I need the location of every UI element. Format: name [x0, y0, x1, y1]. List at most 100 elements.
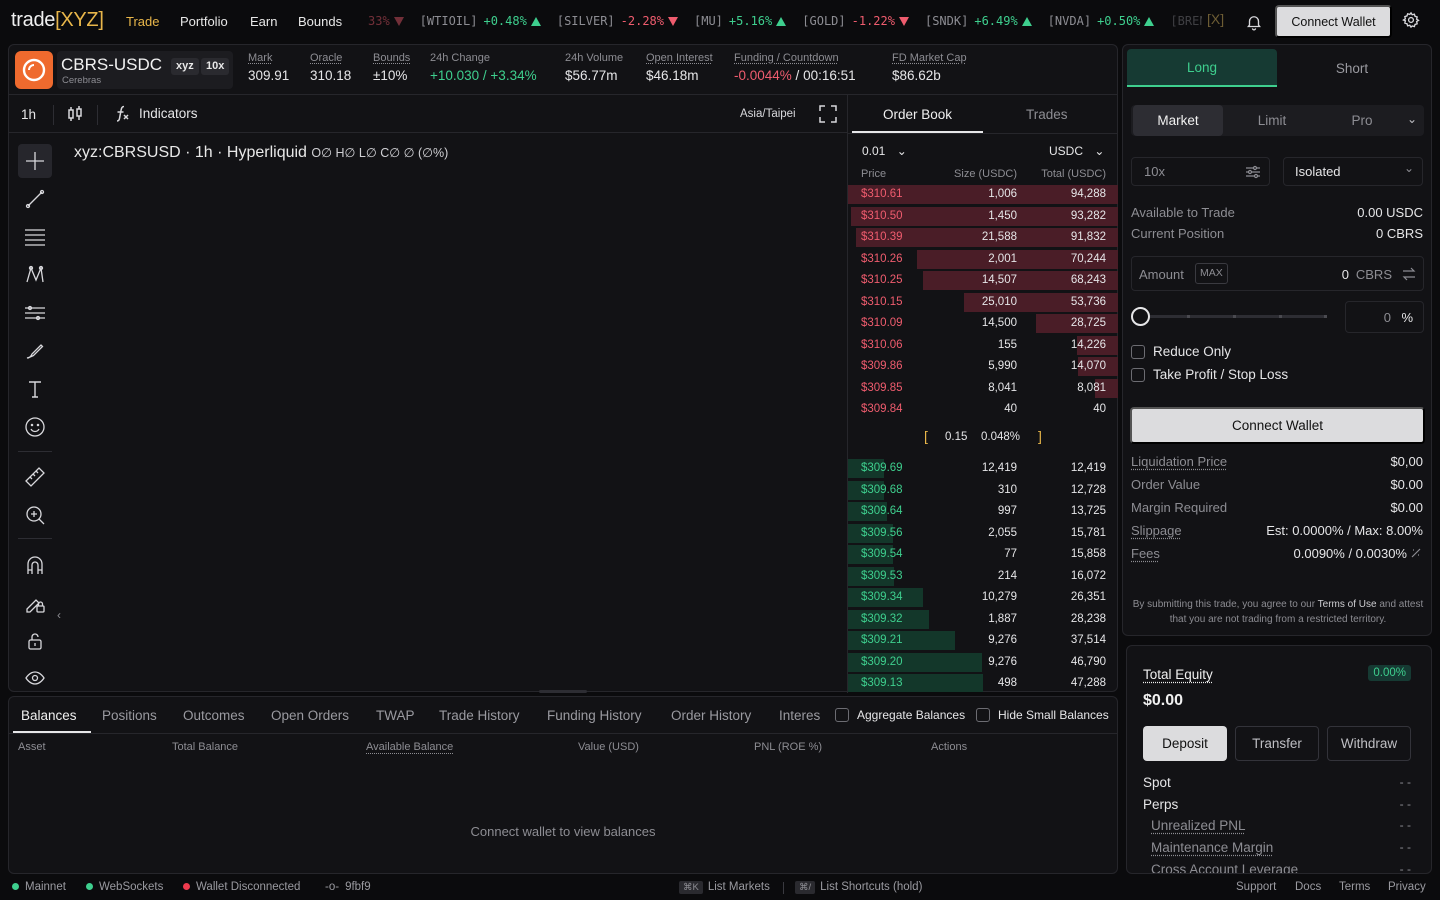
- checkbox[interactable]: [976, 708, 990, 722]
- candle-type-button[interactable]: [66, 105, 84, 123]
- slider-thumb[interactable]: [1131, 307, 1150, 326]
- bid-row[interactable]: $309.53 214 16,072: [848, 566, 1118, 587]
- ticker-item[interactable]: [WTIOIL] +0.48%: [420, 14, 541, 28]
- bid-row[interactable]: $309.20 9,276 46,790: [848, 652, 1118, 673]
- ask-row[interactable]: $310.61 1,006 94,288: [848, 184, 1118, 205]
- unit-select[interactable]: USDC ⌄: [1049, 144, 1104, 158]
- ask-row[interactable]: $310.09 14,500 28,725: [848, 313, 1118, 334]
- tab-short[interactable]: Short: [1277, 49, 1427, 87]
- total-equity-label[interactable]: Total Equity: [1143, 667, 1213, 682]
- emoji-tool[interactable]: [18, 410, 52, 444]
- equity-row-label[interactable]: Maintenance Margin: [1151, 840, 1273, 855]
- footer-link-support[interactable]: Support: [1236, 881, 1276, 893]
- ask-row[interactable]: $310.06 155 14,226: [848, 335, 1118, 356]
- tab-open-orders[interactable]: Open Orders: [271, 708, 349, 723]
- bid-row[interactable]: $309.64 997 13,725: [848, 501, 1118, 522]
- checkbox[interactable]: [1131, 345, 1145, 359]
- magnet-tool[interactable]: [18, 548, 52, 582]
- tab-twap[interactable]: TWAP: [376, 708, 415, 723]
- tab-trade-history[interactable]: Trade History: [439, 708, 520, 723]
- crosshair-tool[interactable]: [18, 144, 52, 178]
- reduce-only-toggle[interactable]: Reduce Only: [1131, 344, 1231, 359]
- fib-tool[interactable]: [18, 220, 52, 254]
- nav-trade[interactable]: Trade: [126, 14, 159, 29]
- transfer-button[interactable]: Transfer: [1235, 726, 1319, 761]
- ask-row[interactable]: $309.84 40 40: [848, 399, 1118, 420]
- footer-link-docs[interactable]: Docs: [1295, 881, 1321, 893]
- tab-balances[interactable]: Balances: [21, 708, 77, 723]
- tab-funding-history[interactable]: Funding History: [547, 708, 642, 723]
- ask-row[interactable]: $310.39 21,588 91,832: [848, 227, 1118, 248]
- size-slider[interactable]: [1131, 307, 1331, 326]
- list-shortcuts-hint[interactable]: ⌘/ List Shortcuts (hold): [795, 881, 922, 894]
- timezone-selector[interactable]: Asia/Taipei: [740, 108, 796, 120]
- order-type-market[interactable]: Market: [1133, 105, 1223, 136]
- bid-row[interactable]: $309.21 9,276 37,514: [848, 630, 1118, 651]
- bid-row[interactable]: $309.68 310 12,728: [848, 480, 1118, 501]
- bid-row[interactable]: $309.54 77 15,858: [848, 544, 1118, 565]
- bid-row[interactable]: $309.69 12,419 12,419: [848, 458, 1118, 479]
- measure-tool[interactable]: [18, 460, 52, 494]
- order-type-pro[interactable]: Pro: [1317, 105, 1407, 136]
- bid-row[interactable]: $309.13 498 47,288: [848, 673, 1118, 692]
- settings-button[interactable]: [1402, 11, 1422, 31]
- ticker-item[interactable]: [NVDA] +0.50%: [1048, 14, 1155, 28]
- margin-mode-selector[interactable]: Isolated ⌄: [1283, 157, 1423, 186]
- tab-long[interactable]: Long: [1127, 49, 1277, 87]
- lock-drawings-tool[interactable]: [18, 586, 52, 620]
- footer-link-privacy[interactable]: Privacy: [1388, 881, 1426, 893]
- tpsl-toggle[interactable]: Take Profit / Stop Loss: [1131, 367, 1288, 382]
- connect-wallet-button[interactable]: Connect Wallet: [1275, 5, 1392, 38]
- liquidation-price-label[interactable]: Liquidation Price: [1131, 454, 1227, 469]
- pattern-tool[interactable]: [18, 258, 52, 292]
- terms-link[interactable]: Terms of Use: [1318, 599, 1377, 610]
- deposit-button[interactable]: Deposit: [1143, 726, 1227, 761]
- hide-small-balances-toggle[interactable]: Hide Small Balances: [976, 708, 1109, 722]
- projection-tool[interactable]: [18, 296, 52, 330]
- fullscreen-button[interactable]: [819, 105, 837, 123]
- ticker-item[interactable]: [SILVER] -2.28%: [557, 14, 678, 28]
- checkbox[interactable]: [835, 708, 849, 722]
- ticker-item[interactable]: [MU] +5.16%: [694, 14, 787, 28]
- footer-link-terms[interactable]: Terms: [1339, 881, 1370, 893]
- market-selector[interactable]: CBRS-USDC Cerebras xyz 10x: [57, 51, 233, 89]
- ask-row[interactable]: $310.26 2,001 70,244: [848, 249, 1118, 270]
- trendline-tool[interactable]: [18, 182, 52, 216]
- tab-outcomes[interactable]: Outcomes: [183, 708, 245, 723]
- slippage-label[interactable]: Slippage: [1131, 523, 1182, 538]
- bid-row[interactable]: $309.32 1,887 28,238: [848, 609, 1118, 630]
- order-type-limit[interactable]: Limit: [1227, 105, 1317, 136]
- tab-trades[interactable]: Trades: [1026, 107, 1068, 122]
- resize-handle[interactable]: [539, 690, 587, 693]
- tab-order-book[interactable]: Order Book: [883, 107, 952, 122]
- notifications-button[interactable]: [1242, 10, 1266, 34]
- text-tool[interactable]: [18, 372, 52, 406]
- indicators-button[interactable]: Indicators: [113, 104, 198, 122]
- chevron-down-icon[interactable]: ⌄: [1407, 112, 1417, 126]
- withdraw-button[interactable]: Withdraw: [1327, 726, 1411, 761]
- lock-tool[interactable]: [18, 624, 52, 658]
- connect-wallet-main-button[interactable]: Connect Wallet: [1130, 407, 1425, 444]
- ticker-item[interactable]: 33%: [362, 14, 404, 28]
- logo[interactable]: trade[XYZ]: [11, 9, 104, 32]
- max-button[interactable]: MAX: [1195, 263, 1228, 284]
- ask-row[interactable]: $310.15 25,010 53,736: [848, 292, 1118, 313]
- leverage-selector[interactable]: 10x: [1131, 157, 1270, 186]
- zoom-tool[interactable]: [18, 498, 52, 532]
- bid-row[interactable]: $309.34 10,279 26,351: [848, 587, 1118, 608]
- ask-row[interactable]: $310.50 1,450 93,282: [848, 206, 1118, 227]
- ticker-item[interactable]: [BREN: [1170, 14, 1202, 28]
- tick-size-select[interactable]: 0.01 ⌄: [862, 144, 907, 158]
- tab-order-history[interactable]: Order History: [671, 708, 751, 723]
- tab-positions[interactable]: Positions: [102, 708, 157, 723]
- brush-tool[interactable]: [18, 334, 52, 368]
- visibility-tool[interactable]: [18, 661, 52, 695]
- fees-label[interactable]: Fees: [1131, 546, 1160, 561]
- ticker-item[interactable]: [SNDK] +6.49%: [925, 14, 1032, 28]
- collapse-toolbar-icon[interactable]: ‹: [57, 608, 61, 622]
- tab-interes[interactable]: Interes: [779, 708, 821, 723]
- bid-row[interactable]: $309.56 2,055 15,781: [848, 523, 1118, 544]
- ask-row[interactable]: $309.86 5,990 14,070: [848, 356, 1118, 377]
- col-available-balance[interactable]: Available Balance: [366, 741, 453, 753]
- list-markets-shortcut[interactable]: ⌘K List Markets: [679, 881, 770, 894]
